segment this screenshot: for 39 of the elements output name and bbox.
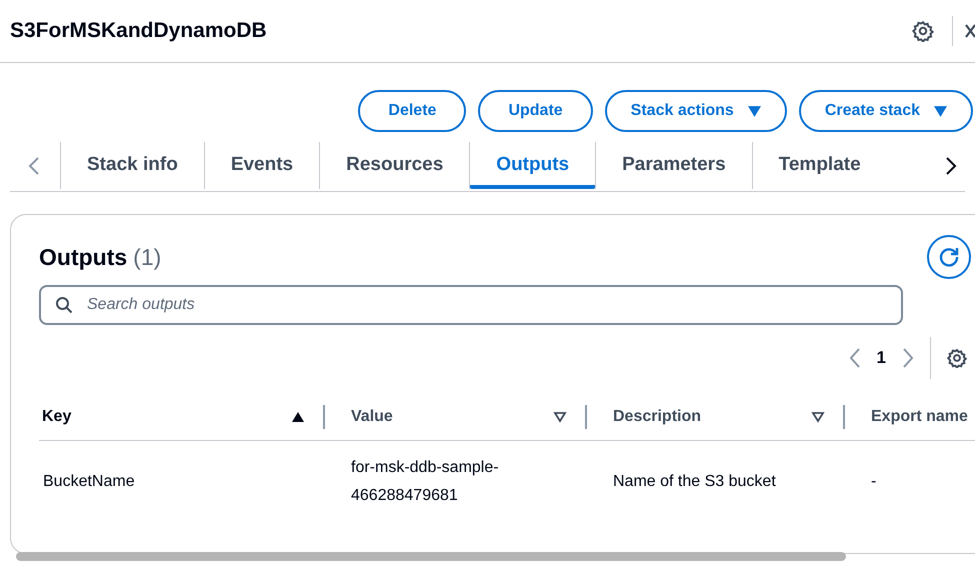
previous-page-icon[interactable]	[848, 347, 861, 369]
close-icon[interactable]	[965, 22, 975, 40]
settings-icon[interactable]	[947, 348, 967, 368]
action-button[interactable]: Delete	[358, 90, 466, 132]
action-button[interactable]: Update	[478, 90, 593, 132]
dropdown-button[interactable]: Create stack	[798, 90, 973, 132]
tab[interactable]: Parameters	[596, 142, 752, 189]
dropdown-button[interactable]: Stack actions	[604, 90, 787, 132]
tab[interactable]: Stack info	[61, 142, 204, 189]
search-icon	[55, 296, 73, 314]
tab[interactable]: Outputs	[470, 142, 596, 189]
sort-icon[interactable]	[291, 410, 305, 422]
panel-title: Outputs	[39, 242, 128, 272]
scroll-left-icon[interactable]	[28, 156, 40, 176]
table-cell-text: BucketName	[43, 472, 136, 492]
caret-icon	[934, 106, 947, 116]
page-title: S3ForMSKandDynamoDB	[10, 18, 267, 44]
sort-icon[interactable]	[553, 410, 567, 422]
table-cell-text: -	[871, 472, 878, 492]
column-header[interactable]: Description	[613, 404, 702, 428]
table-cell-text: Name of the S3 bucket	[613, 472, 777, 492]
tab[interactable]: Events	[204, 142, 320, 189]
tab[interactable]: Resources	[320, 142, 470, 189]
refresh-button[interactable]	[927, 235, 971, 279]
column-header[interactable]: Export name	[871, 404, 968, 428]
tab[interactable]: Template	[752, 142, 887, 189]
next-page-icon[interactable]	[902, 347, 914, 369]
column-header[interactable]: Value	[351, 404, 393, 428]
output-count: (1)	[133, 242, 162, 272]
caret-icon	[748, 106, 761, 116]
page-number[interactable]: 1	[876, 345, 886, 371]
sort-icon[interactable]	[811, 410, 825, 422]
refresh-icon	[937, 245, 961, 269]
column-header[interactable]: Key	[42, 404, 72, 428]
settings-icon[interactable]	[912, 20, 934, 42]
scroll-right-icon[interactable]	[945, 156, 957, 176]
search-field[interactable]: Search outputs	[39, 285, 903, 325]
table-cell-text: for-msk-ddb-sample-466288479681	[351, 458, 500, 506]
horizontal-scrollbar[interactable]	[16, 552, 846, 561]
